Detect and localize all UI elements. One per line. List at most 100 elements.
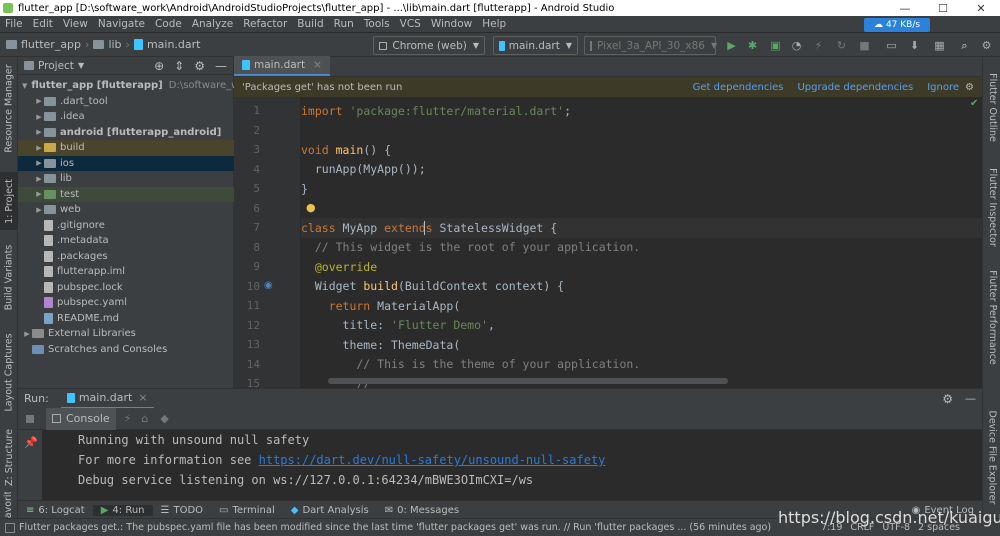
project-tree-item[interactable]: ▶ ios: [18, 155, 234, 171]
menu-run[interactable]: Run: [329, 18, 359, 30]
tab-build-variants[interactable]: Build Variants: [0, 242, 18, 312]
project-tree-item[interactable]: ▶ .dart_tool: [18, 94, 234, 110]
tab-project[interactable]: 1: Project: [0, 172, 18, 230]
menu-navigate[interactable]: Navigate: [93, 18, 150, 30]
project-tree-item[interactable]: ▼ flutter_app [flutterapp] D:\software_wor…: [18, 78, 255, 94]
project-tree-item[interactable]: pubspec.yaml: [18, 295, 234, 311]
tab-structure[interactable]: Z: Structure: [0, 427, 18, 487]
tab-logcat[interactable]: ≡ 6: Logcat: [18, 505, 93, 516]
menu-vcs[interactable]: VCS: [395, 18, 426, 30]
run-tab-main-dart[interactable]: main.dart ×: [60, 389, 154, 409]
chevron-right-icon[interactable]: ▶: [34, 97, 44, 105]
hot-reload-icon[interactable]: ⚡: [124, 412, 132, 425]
banner-gear-icon[interactable]: ⚙: [965, 82, 974, 93]
pin-icon[interactable]: 📌: [24, 436, 38, 449]
tab-run[interactable]: ▶ 4: Run: [92, 504, 153, 516]
project-tree-item[interactable]: README.md: [18, 311, 234, 327]
device-target-selector[interactable]: Chrome (web) ▼: [373, 36, 485, 55]
project-tree-item[interactable]: ▶ android [flutterapp_android]: [18, 125, 234, 141]
hot-reload-icon[interactable]: ⚡: [812, 39, 825, 52]
search-icon[interactable]: ⌕: [958, 39, 971, 52]
chevron-right-icon[interactable]: ▶: [34, 159, 44, 167]
emulator-selector[interactable]: Pixel_3a_API_30_x86 ▼: [584, 36, 717, 55]
chevron-right-icon[interactable]: ▶: [34, 113, 44, 121]
project-tree-item[interactable]: ▶ lib: [18, 171, 234, 187]
intention-bulb-icon[interactable]: ●: [306, 201, 316, 214]
run-hide-icon[interactable]: —: [965, 392, 976, 405]
devtools-icon[interactable]: ◆: [160, 412, 168, 425]
breadcrumb-lib[interactable]: lib: [108, 38, 121, 51]
debug-icon[interactable]: ✱: [746, 39, 759, 52]
menu-analyze[interactable]: Analyze: [187, 18, 238, 30]
code-area[interactable]: import 'package:flutter/material.dart'; …: [234, 97, 982, 391]
run-icon[interactable]: ▶: [725, 39, 738, 52]
breadcrumb-file[interactable]: main.dart: [147, 38, 201, 51]
tab-flutter-outline[interactable]: Flutter Outline: [983, 67, 1000, 147]
close-button[interactable]: ✕: [962, 2, 1000, 15]
project-tree-item[interactable]: .metadata: [18, 233, 234, 249]
project-tree-item[interactable]: ▶ .idea: [18, 109, 234, 125]
null-safety-link[interactable]: https://dart.dev/null-safety/unsound-nul…: [259, 453, 606, 467]
tab-dart-analysis[interactable]: ◆ Dart Analysis: [283, 505, 377, 516]
project-view-selector[interactable]: Project: [38, 60, 74, 72]
chevron-down-icon[interactable]: ▼: [22, 82, 27, 90]
upgrade-dependencies-link[interactable]: Upgrade dependencies: [797, 82, 913, 93]
close-tab-icon[interactable]: ×: [313, 59, 322, 71]
tab-flutter-inspector[interactable]: Flutter Inspector: [983, 162, 1000, 252]
collapse-icon[interactable]: ⇕: [174, 59, 184, 73]
horizontal-scrollbar[interactable]: [328, 378, 728, 384]
hide-icon[interactable]: —: [215, 59, 227, 73]
override-marker-icon[interactable]: ◉: [264, 280, 273, 291]
chevron-down-icon[interactable]: ▼: [78, 61, 84, 70]
status-toggle-icon[interactable]: [5, 522, 15, 533]
project-structure-icon[interactable]: ▦: [933, 39, 946, 52]
stop-icon[interactable]: ■: [858, 39, 871, 52]
get-dependencies-link[interactable]: Get dependencies: [693, 82, 784, 93]
sdk-manager-icon[interactable]: ⬇: [908, 39, 921, 52]
run-settings-icon[interactable]: ⚙: [942, 392, 953, 406]
project-tree-item[interactable]: .gitignore: [18, 218, 234, 234]
project-tree-item[interactable]: ▶ test: [18, 186, 234, 202]
stop-run-icon[interactable]: [26, 414, 34, 423]
project-tree-item[interactable]: flutterapp.iml: [18, 264, 234, 280]
menu-edit[interactable]: Edit: [28, 18, 58, 30]
minimize-button[interactable]: —: [886, 2, 924, 15]
project-tree-item[interactable]: ▶ External Libraries: [18, 326, 234, 342]
locate-icon[interactable]: ⊕: [154, 59, 164, 73]
console-tab[interactable]: Console: [46, 407, 116, 430]
run-config-selector[interactable]: main.dart ▼: [493, 36, 578, 55]
project-tree-item[interactable]: Scratches and Consoles: [18, 342, 234, 358]
settings-icon[interactable]: ⚙: [980, 39, 993, 52]
chevron-right-icon[interactable]: ▶: [34, 144, 44, 152]
project-tree-item[interactable]: ▶ build: [18, 140, 234, 156]
tab-device-file-explorer[interactable]: Device File Explorer: [983, 402, 1000, 512]
project-tree-item[interactable]: .packages: [18, 249, 234, 265]
tab-todo[interactable]: ☰ TODO: [153, 505, 212, 516]
avd-manager-icon[interactable]: ▭: [885, 39, 898, 52]
close-run-tab-icon[interactable]: ×: [138, 391, 147, 404]
chevron-right-icon[interactable]: ▶: [22, 330, 32, 338]
chevron-right-icon[interactable]: ▶: [34, 128, 44, 136]
maximize-button[interactable]: ☐: [924, 2, 962, 15]
menu-help[interactable]: Help: [477, 18, 511, 30]
tab-resource-manager[interactable]: Resource Manager: [0, 63, 18, 153]
chevron-right-icon[interactable]: ▶: [34, 206, 44, 214]
ignore-link[interactable]: Ignore: [927, 82, 959, 93]
menu-file[interactable]: File: [0, 18, 28, 30]
coverage-icon[interactable]: ▣: [769, 39, 782, 52]
menu-build[interactable]: Build: [292, 18, 328, 30]
chevron-right-icon[interactable]: ▶: [34, 190, 44, 198]
tab-messages[interactable]: ✉ 0: Messages: [377, 505, 467, 516]
menu-code[interactable]: Code: [150, 18, 187, 30]
console-output[interactable]: Running with unsound null safety For mor…: [42, 430, 982, 506]
inspector-icon[interactable]: ⌂: [141, 412, 148, 425]
gear-icon[interactable]: ⚙: [194, 59, 205, 73]
breadcrumb-project[interactable]: flutter_app: [21, 38, 81, 51]
hot-restart-icon[interactable]: ↻: [835, 39, 848, 52]
chevron-right-icon[interactable]: ▶: [34, 175, 44, 183]
menu-window[interactable]: Window: [426, 18, 477, 30]
profile-icon[interactable]: ◔: [790, 39, 803, 52]
project-tree-item[interactable]: ▶ web: [18, 202, 234, 218]
tab-layout-captures[interactable]: Layout Captures: [0, 332, 18, 412]
tab-terminal[interactable]: ▭ Terminal: [211, 505, 283, 516]
